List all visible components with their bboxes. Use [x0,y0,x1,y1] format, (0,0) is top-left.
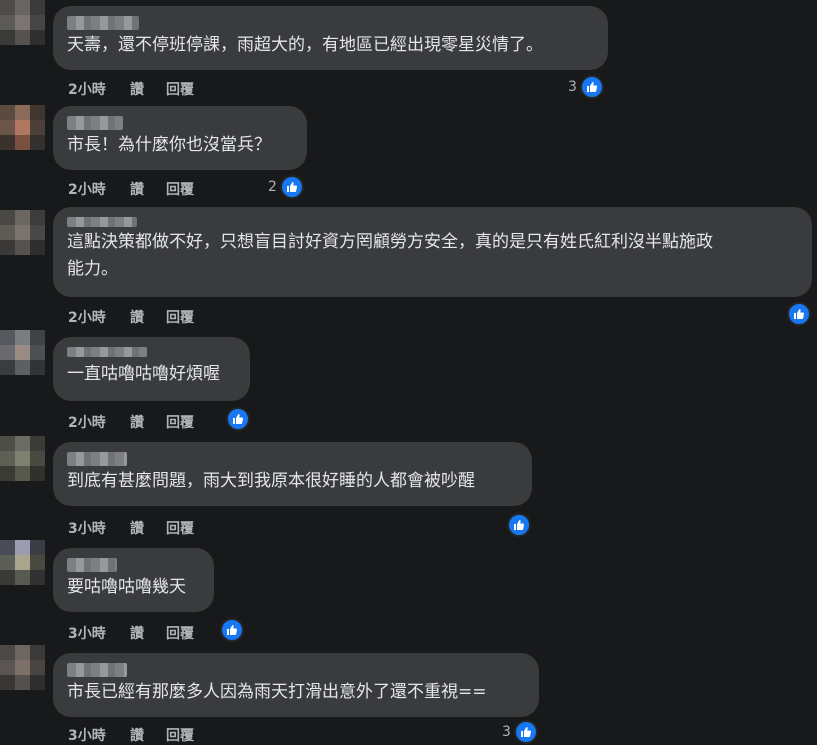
reply-button[interactable]: 回覆 [166,623,226,643]
comment-bubble: 市長已經有那麼多人因為雨天打滑出意外了還不重視== [53,653,539,717]
reply-button[interactable]: 回覆 [166,307,226,327]
like-button[interactable]: 讚 [130,725,166,745]
thumbs-up-icon [226,407,250,431]
reaction-count[interactable] [220,618,244,642]
avatar[interactable] [0,105,45,150]
avatar[interactable] [0,436,45,481]
comment-bubble: 市長！為什麼你也沒當兵？ [53,106,307,170]
timestamp[interactable]: 2小時 [68,307,130,327]
comment-text: 要咕嚕咕嚕幾天 [67,577,186,597]
reaction-number: 2 [268,179,277,195]
comment-text: 到底有甚麼問題，雨大到我原本很好睡的人都會被吵醒 [67,471,475,491]
thumbs-up-icon [220,618,244,642]
comment-text: 市長已經有那麼多人因為雨天打滑出意外了還不重視== [67,682,487,702]
thumbs-up-icon [513,720,538,744]
author-name[interactable] [67,558,117,572]
like-button[interactable]: 讚 [130,623,166,643]
reaction-count[interactable]: 3 [502,720,538,744]
timestamp[interactable]: 2小時 [68,79,130,99]
avatar[interactable] [0,330,45,375]
comment-actions: 2小時 讚 回覆 [68,412,226,432]
thumbs-up-icon [579,75,604,99]
reaction-count[interactable]: 3 [568,75,604,99]
comment-actions: 2小時 讚 回覆 [68,307,226,327]
comment-bubble: 一直咕嚕咕嚕好煩喔 [53,337,250,401]
author-name[interactable] [67,16,139,30]
comment-actions: 3小時 讚 回覆 [68,725,226,745]
reply-button[interactable]: 回覆 [166,412,226,432]
thumbs-up-icon [507,513,531,537]
comment-text: 這點決策都做不好，只想盲目討好資方罔顧勞方安全，真的是只有姓氏紅利沒半點施政 能… [67,232,713,279]
like-button[interactable]: 讚 [130,307,166,327]
reply-button[interactable]: 回覆 [166,518,226,538]
avatar[interactable] [0,540,45,585]
comment-actions: 3小時 讚 回覆 [68,518,226,538]
reaction-number: 3 [568,79,577,95]
timestamp[interactable]: 3小時 [68,725,130,745]
avatar[interactable] [0,645,45,690]
comment-actions: 2小時 讚 回覆 [68,79,226,99]
author-name[interactable] [67,116,123,130]
avatar[interactable] [0,0,45,45]
thumbs-up-icon [279,175,304,199]
timestamp[interactable]: 3小時 [68,623,130,643]
author-name[interactable] [67,452,127,466]
reply-button[interactable]: 回覆 [166,725,226,745]
comment-text: 市長！為什麼你也沒當兵？ [67,135,271,155]
comment-bubble: 這點決策都做不好，只想盲目討好資方罔顧勞方安全，真的是只有姓氏紅利沒半點施政 能… [53,207,812,297]
reaction-count[interactable] [787,302,811,326]
like-button[interactable]: 讚 [130,412,166,432]
reply-button[interactable]: 回覆 [166,179,226,199]
like-button[interactable]: 讚 [130,79,166,99]
comment-text: 一直咕嚕咕嚕好煩喔 [67,364,220,384]
reaction-number: 3 [502,724,511,740]
comment-bubble: 要咕嚕咕嚕幾天 [53,548,214,612]
author-name[interactable] [67,663,127,677]
comment-actions: 3小時 讚 回覆 [68,623,226,643]
author-name[interactable] [67,217,137,227]
timestamp[interactable]: 2小時 [68,179,130,199]
reply-button[interactable]: 回覆 [166,79,226,99]
like-button[interactable]: 讚 [130,518,166,538]
timestamp[interactable]: 3小時 [68,518,130,538]
author-name[interactable] [67,347,147,357]
reaction-count[interactable]: 2 [268,175,304,199]
comment-text: 天壽，還不停班停課，雨超大的，有地區已經出現零星災情了。 [67,35,543,55]
comment-bubble: 天壽，還不停班停課，雨超大的，有地區已經出現零星災情了。 [53,6,608,70]
avatar[interactable] [0,210,45,255]
reaction-count[interactable] [226,407,250,431]
thumbs-up-icon [787,302,811,326]
timestamp[interactable]: 2小時 [68,412,130,432]
comment-bubble: 到底有甚麼問題，雨大到我原本很好睡的人都會被吵醒 [53,442,532,506]
reaction-count[interactable] [507,513,531,537]
comment-actions: 2小時 讚 回覆 [68,179,226,199]
like-button[interactable]: 讚 [130,179,166,199]
